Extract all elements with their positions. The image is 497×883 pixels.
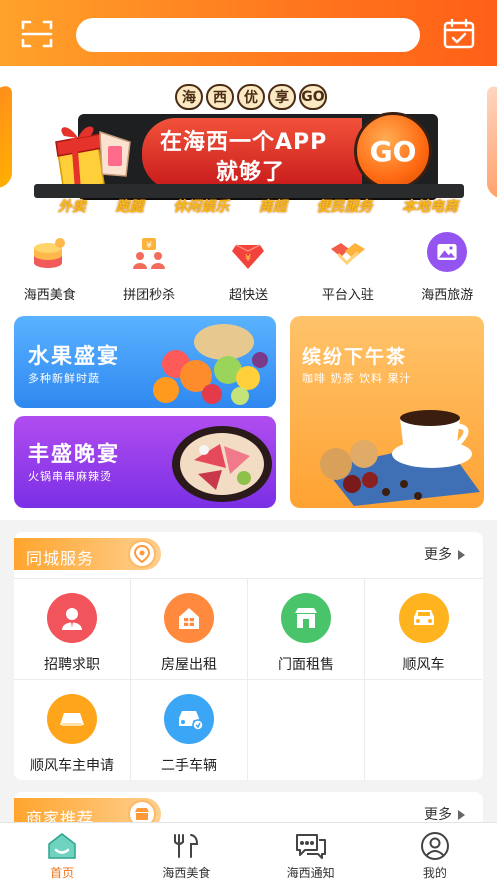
bottom-tab-bar: 首页 海西美食 海西通知 我的 (0, 822, 497, 883)
service-item-used-car[interactable]: 二手车辆 (131, 680, 248, 781)
group-buy-icon: ¥ (129, 234, 169, 274)
house-rent-icon (164, 593, 214, 643)
banner-tag: 休闲娱乐 (173, 199, 230, 215)
service-label: 房屋出租 (161, 657, 217, 673)
category-label: 超快送 (228, 288, 268, 303)
service-empty-cell (365, 680, 482, 781)
car-icon (398, 593, 449, 643)
food-stack-icon (30, 234, 70, 274)
banner-tag: 本地电商 (401, 199, 458, 215)
category-label: 海西旅游 (421, 288, 474, 303)
service-label: 二手车辆 (161, 758, 217, 774)
promo-card-subtitle: 多种新鲜时蔬 (28, 372, 100, 385)
more-link[interactable]: 更多 (424, 804, 465, 824)
scan-icon[interactable] (20, 18, 54, 50)
promo-card-title: 缤纷下午茶 (302, 346, 408, 368)
banner-go-badge: GO (354, 112, 432, 190)
banner-tags: 外卖 跑腿 休闲娱乐 商超 便民服务 本地电商 (58, 196, 458, 218)
svg-text:¥: ¥ (245, 253, 251, 264)
promo-card-title: 丰盛晚宴 (28, 442, 120, 466)
home-icon (46, 831, 78, 861)
tab-food[interactable]: 海西美食 (124, 823, 248, 883)
search-input[interactable] (76, 18, 420, 52)
promo-card-dinner[interactable]: 丰盛晚宴 火锅串串麻辣烫 (14, 416, 276, 508)
promo-cards: 水果盛宴 多种新鲜时蔬 丰盛晚宴 火锅串串麻辣烫 缤纷下午茶 咖啡 奶茶 饮料 … (0, 308, 497, 520)
promo-card-title: 水果盛宴 (28, 344, 120, 368)
more-label: 更多 (424, 807, 452, 823)
banner-tag: 便民服务 (316, 199, 373, 215)
category-nav: 海西美食 ¥ 拼团秒杀 ¥ 超快送 平台入驻 海西旅游 (0, 228, 497, 308)
location-pin-icon (128, 540, 156, 568)
slogan-chip: 海 (175, 84, 203, 110)
storefront-icon (281, 593, 331, 643)
hotpot-plate-icon (172, 426, 272, 502)
driver-apply-icon (47, 694, 97, 744)
category-item-food[interactable]: 海西美食 (0, 228, 99, 308)
banner-tag: 商超 (258, 199, 287, 215)
category-item-express[interactable]: ¥ 超快送 (199, 228, 298, 308)
category-item-travel[interactable]: 海西旅游 (398, 228, 497, 308)
promo-card-subtitle: 火锅串串麻辣烫 (28, 470, 112, 483)
banner-slogan: 海 西 优 享 GO (175, 84, 327, 110)
tab-home[interactable]: 首页 (0, 823, 124, 883)
service-label: 门面租售 (278, 657, 334, 673)
landscape-icon (427, 232, 468, 274)
chevron-right-icon (458, 550, 465, 560)
banner-prev-slide (0, 83, 12, 193)
service-label: 招聘求职 (44, 657, 100, 673)
promo-banner[interactable]: 海 西 优 享 GO 在海西一个APP 就够了 GO 外卖 跑腿 休闲娱乐 商超… (0, 66, 497, 228)
service-empty-cell (248, 680, 365, 781)
tab-label: 首页 (50, 866, 75, 880)
service-item-driver-apply[interactable]: 顺风车主申请 (14, 680, 131, 781)
chat-bubble-icon (295, 831, 327, 861)
app-screen: 海 西 优 享 GO 在海西一个APP 就够了 GO 外卖 跑腿 休闲娱乐 商超… (0, 0, 497, 883)
city-service-section: 同城服务 更多 招聘求职 房屋出租 门面租售 顺风车 顺风车主申请 二手车辆 (14, 532, 483, 781)
tab-label: 海西美食 (162, 866, 211, 880)
calendar-check-icon[interactable] (442, 18, 476, 50)
service-label: 顺风车 (402, 657, 445, 673)
more-label: 更多 (424, 547, 452, 563)
service-item-house-rent[interactable]: 房屋出租 (131, 579, 248, 680)
slogan-chip: 西 (206, 84, 234, 110)
user-profile-icon (419, 831, 451, 861)
slogan-chip: GO (299, 84, 327, 110)
service-item-rideshare[interactable]: 顺风车 (365, 579, 482, 680)
chevron-right-icon (458, 810, 465, 820)
category-label: 海西美食 (23, 288, 76, 303)
promo-card-subtitle: 咖啡 奶茶 饮料 果汁 (302, 372, 412, 385)
recruit-icon (47, 593, 97, 643)
section-title: 同城服务 (26, 549, 95, 568)
promo-card-fruit[interactable]: 水果盛宴 多种新鲜时蔬 (14, 316, 276, 408)
category-label: 平台入驻 (321, 288, 374, 303)
slogan-chip: 享 (268, 84, 296, 110)
service-item-recruit[interactable]: 招聘求职 (14, 579, 131, 680)
banner-tag: 外卖 (58, 199, 86, 215)
fork-knife-icon (170, 831, 202, 861)
tab-notice[interactable]: 海西通知 (249, 823, 373, 883)
diamond-coin-icon: ¥ (228, 234, 268, 274)
more-link[interactable]: 更多 (424, 544, 465, 564)
tab-label: 海西通知 (286, 866, 335, 880)
top-header (0, 0, 497, 66)
banner-headline-2: 就够了 (216, 160, 286, 185)
service-grid: 招聘求职 房屋出租 门面租售 顺风车 顺风车主申请 二手车辆 (14, 578, 483, 781)
promo-card-tea[interactable]: 缤纷下午茶 咖啡 奶茶 饮料 果汁 (290, 316, 484, 508)
banner-headline: 在海西一个APP (160, 130, 328, 155)
service-item-storefront[interactable]: 门面租售 (248, 579, 365, 680)
category-item-group-buy[interactable]: ¥ 拼团秒杀 (99, 228, 198, 308)
used-car-icon (164, 694, 214, 744)
service-label: 顺风车主申请 (30, 758, 114, 774)
category-label: 拼团秒杀 (123, 288, 176, 303)
fruit-platter-icon (153, 324, 268, 405)
slogan-chip: 优 (237, 84, 265, 110)
category-item-join[interactable]: 平台入驻 (298, 228, 397, 308)
handshake-icon (328, 234, 368, 274)
svg-text:¥: ¥ (146, 241, 152, 251)
section-header: 同城服务 (14, 538, 161, 570)
tab-label: 我的 (422, 866, 447, 880)
coffee-dessert-icon (320, 410, 480, 506)
banner-tag: 跑腿 (115, 199, 144, 215)
tab-profile[interactable]: 我的 (373, 823, 497, 883)
banner-next-slide (487, 83, 497, 203)
